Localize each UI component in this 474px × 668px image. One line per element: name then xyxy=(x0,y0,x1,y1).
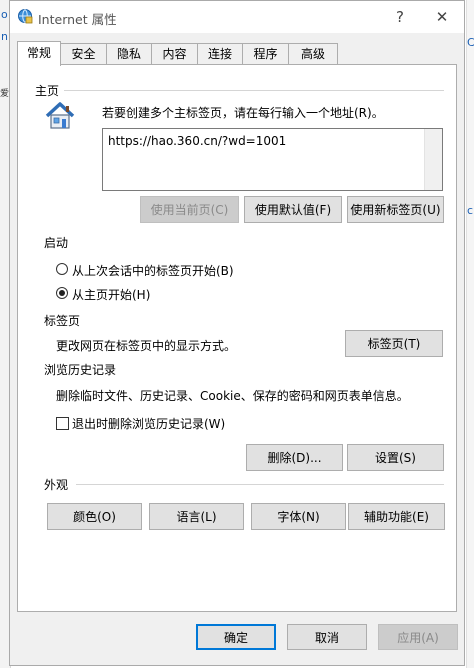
background-glyph: c xyxy=(467,204,474,217)
history-settings-button[interactable]: 设置(S) xyxy=(347,444,444,471)
home-page-url-value[interactable]: https://hao.360.cn/?wd=1001 xyxy=(108,134,286,148)
tab-privacy[interactable]: 隐私 xyxy=(106,43,152,64)
general-tab-panel: 主页 若要创建多个主标签页，请在每行输入一个地址(R)。 https://hao… xyxy=(17,64,457,612)
fonts-button[interactable]: 字体(N) xyxy=(251,503,346,530)
close-button[interactable]: ✕ xyxy=(420,1,464,33)
internet-options-dialog: Internet 属性 ? ✕ 常规 安全 隐私 内容 连接 程序 高级 主页 … xyxy=(9,0,465,666)
minimize-button[interactable]: ? xyxy=(378,1,422,33)
textarea-scrollbar[interactable] xyxy=(424,129,442,190)
home-page-separator xyxy=(64,90,444,91)
apply-button[interactable]: 应用(A) xyxy=(378,624,458,650)
close-icon: ✕ xyxy=(435,8,449,26)
title-bar[interactable]: Internet 属性 ? ✕ xyxy=(10,1,464,33)
use-default-button[interactable]: 使用默认值(F) xyxy=(244,196,342,223)
history-description: 删除临时文件、历史记录、Cookie、保存的密码和网页表单信息。 xyxy=(56,389,409,403)
delete-on-exit-label[interactable]: 退出时删除浏览历史记录(W) xyxy=(72,415,225,432)
delete-history-button[interactable]: 删除(D)... xyxy=(246,444,343,471)
tabs-heading: 标签页 xyxy=(44,314,81,328)
background-glyph: 爱 xyxy=(0,89,10,99)
cancel-button[interactable]: 取消 xyxy=(287,624,367,650)
history-heading: 浏览历史记录 xyxy=(44,363,117,377)
radio-last-session[interactable] xyxy=(56,263,68,275)
home-page-description: 若要创建多个主标签页，请在每行输入一个地址(R)。 xyxy=(102,106,384,120)
home-page-heading: 主页 xyxy=(35,84,60,98)
radio-last-session-label[interactable]: 从上次会话中的标签页开始(B) xyxy=(72,262,234,279)
startup-heading: 启动 xyxy=(44,236,69,250)
accessibility-button[interactable]: 辅助功能(E) xyxy=(348,503,445,530)
tab-advanced[interactable]: 高级 xyxy=(288,43,338,64)
window-title: Internet 属性 xyxy=(38,12,117,27)
use-new-tab-button[interactable]: 使用新标签页(U) xyxy=(347,196,444,223)
tab-content[interactable]: 内容 xyxy=(151,43,198,64)
delete-on-exit-checkbox[interactable] xyxy=(56,417,69,430)
background-window-right: C c xyxy=(466,0,474,668)
background-glyph: o xyxy=(1,8,8,21)
tabs-button[interactable]: 标签页(T) xyxy=(345,330,443,357)
ie-globe-icon xyxy=(18,9,33,24)
tab-connections[interactable]: 连接 xyxy=(197,43,243,64)
background-glyph: C xyxy=(467,36,474,49)
appearance-heading: 外观 xyxy=(44,478,69,492)
background-glyph: n xyxy=(1,30,8,43)
tab-security[interactable]: 安全 xyxy=(60,43,107,64)
use-current-button[interactable]: 使用当前页(C) xyxy=(140,196,239,223)
home-page-url-textarea[interactable]: https://hao.360.cn/?wd=1001 xyxy=(102,128,443,191)
minimize-icon: ? xyxy=(396,8,404,26)
appearance-separator xyxy=(76,484,444,485)
tab-general[interactable]: 常规 xyxy=(17,41,61,66)
colors-button[interactable]: 颜色(O) xyxy=(47,503,142,530)
tab-programs[interactable]: 程序 xyxy=(242,43,289,64)
ok-button[interactable]: 确定 xyxy=(196,624,276,650)
house-icon xyxy=(45,102,75,129)
radio-home-page-label[interactable]: 从主页开始(H) xyxy=(72,286,150,303)
languages-button[interactable]: 语言(L) xyxy=(149,503,244,530)
tabs-description: 更改网页在标签页中的显示方式。 xyxy=(56,339,237,353)
radio-home-page[interactable] xyxy=(56,287,68,299)
